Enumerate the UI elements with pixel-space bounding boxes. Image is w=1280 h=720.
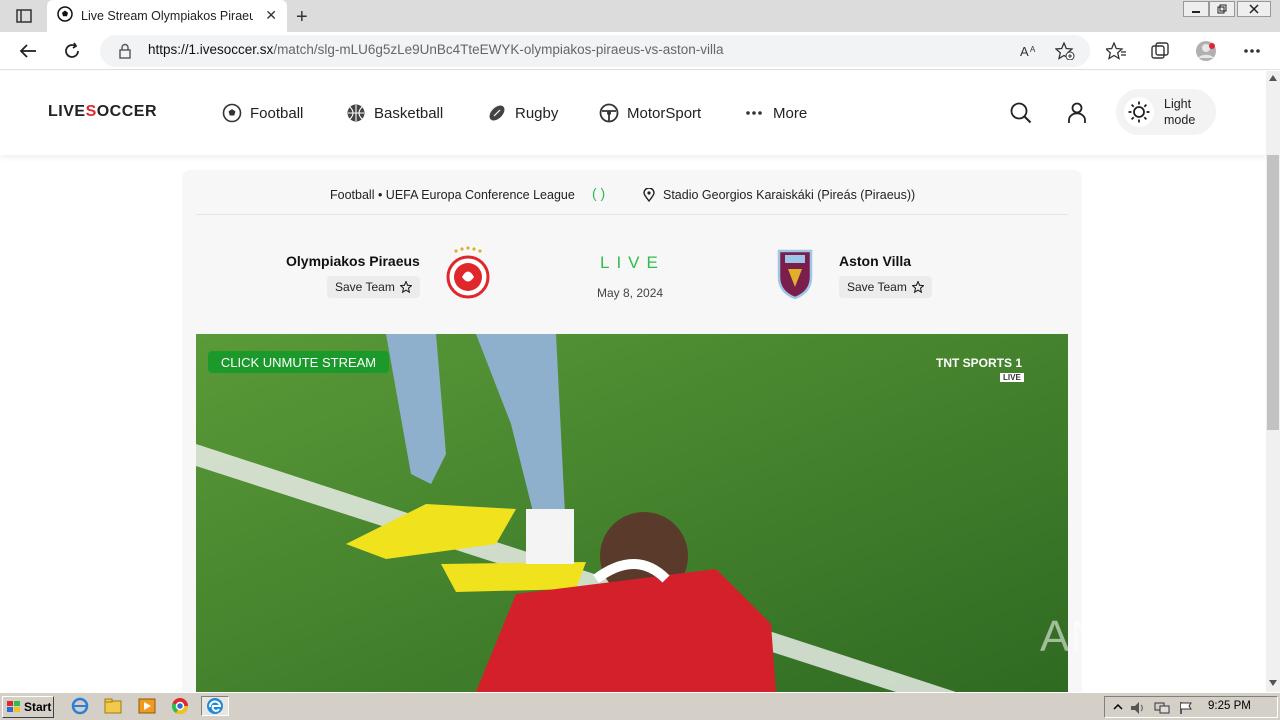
browser-tab-active[interactable]: Live Stream Olympiakos Piraeus vs Aston … [47,0,287,32]
collections-icon[interactable] [1149,40,1171,62]
match-status: LIVE [600,253,665,272]
favorites-icon[interactable] [1105,40,1127,62]
svg-text:A: A [1030,45,1036,54]
read-aloud-icon[interactable]: AA [1018,40,1040,62]
competition-label[interactable]: Football • UEFA Europa Conference League [330,188,575,202]
location-pin-icon [643,188,655,202]
volume-icon[interactable] [1127,698,1149,718]
steering-wheel-icon [599,103,619,123]
network-icon[interactable] [1151,698,1173,718]
away-team-name[interactable]: Aston Villa [839,253,911,269]
nav-rugby[interactable]: Rugby [487,103,558,123]
refresh-icon[interactable] [61,40,83,62]
scrollbar-thumb[interactable] [1267,155,1279,430]
site-logo[interactable]: LIVESOCCER [48,103,157,121]
anyrun-watermark: ANY RUN [1040,612,1245,661]
lock-icon[interactable] [114,40,136,62]
browser-toolbar: https://1.ivesoccer.sx/match/slg-mLU6g5z… [0,32,1280,70]
channel-logo: TNT SPORTS 1 LIVE [936,356,1024,382]
chrome-icon[interactable] [169,696,191,716]
back-arrow-icon[interactable] [17,40,39,62]
video-frame [196,334,1068,692]
rugby-ball-icon [489,105,505,121]
user-account-icon[interactable] [1067,102,1087,128]
save-home-team-button[interactable]: Save Team [327,276,420,298]
nav-football[interactable]: Football [222,103,303,123]
tab-title: Live Stream Olympiakos Piraeus vs Aston … [81,9,253,23]
new-tab-button[interactable]: + [296,6,308,29]
soccer-ball-favicon-icon [57,6,73,26]
profile-avatar-icon[interactable] [1195,40,1217,62]
file-explorer-icon[interactable] [102,696,124,716]
football-icon [222,103,242,123]
minimize-window-button[interactable] [1183,1,1209,17]
more-dots-icon [746,111,762,115]
unmute-stream-button[interactable]: CLICK UNMUTE STREAM [208,351,389,373]
media-player-icon[interactable] [136,696,158,716]
windows-logo-icon [7,701,20,712]
score-placeholder: ( ) [592,185,606,201]
tray-expand-icon[interactable] [1107,698,1129,718]
tab-close-icon[interactable]: ✕ [265,8,277,24]
tab-actions-icon[interactable] [14,7,34,25]
restore-window-button[interactable] [1209,1,1235,17]
theme-toggle[interactable]: Light mode [1116,89,1216,135]
svg-text:A: A [1020,44,1029,59]
edge-taskbar-icon[interactable] [201,696,229,716]
scroll-down-icon[interactable] [1269,680,1277,686]
match-date: May 8, 2024 [597,286,664,300]
internet-explorer-icon[interactable] [69,696,91,716]
star-icon [911,281,924,293]
home-team-name[interactable]: Olympiakos Piraeus [286,253,420,269]
nav-more[interactable]: More [745,103,807,123]
search-icon[interactable] [1010,102,1032,128]
theme-label: Light mode [1164,97,1196,127]
home-team-badge [446,246,490,306]
taskbar-clock[interactable]: 9:25 PM [1208,700,1251,712]
nav-motorsport[interactable]: MotorSport [599,103,701,123]
start-button[interactable]: Start [2,696,54,718]
url-text[interactable]: https://1.ivesoccer.sx/match/slg-mLU6g5z… [148,42,723,57]
match-meta-line: Football • UEFA Europa Conference League… [196,185,1068,215]
sun-icon [1124,97,1154,127]
close-window-button[interactable] [1237,1,1271,17]
settings-more-icon[interactable] [1241,40,1263,62]
action-center-flag-icon[interactable] [1175,698,1197,718]
save-away-team-button[interactable]: Save Team [839,276,932,298]
nav-basketball[interactable]: Basketball [346,103,443,123]
site-header: LIVESOCCER Football Basketball Rugby Mot… [0,71,1266,155]
basketball-icon [347,104,365,122]
scroll-up-icon[interactable] [1269,75,1277,81]
video-player[interactable] [196,334,1068,692]
windows-taskbar: Start [0,692,1280,720]
away-team-badge [777,249,813,303]
star-icon [399,281,412,293]
browser-tab-strip: Live Stream Olympiakos Piraeus vs Aston … [0,0,1280,32]
venue-label: Stadio Georgios Karaiskáki (Pireás (Pira… [663,188,916,202]
add-favorite-icon[interactable] [1054,40,1076,62]
